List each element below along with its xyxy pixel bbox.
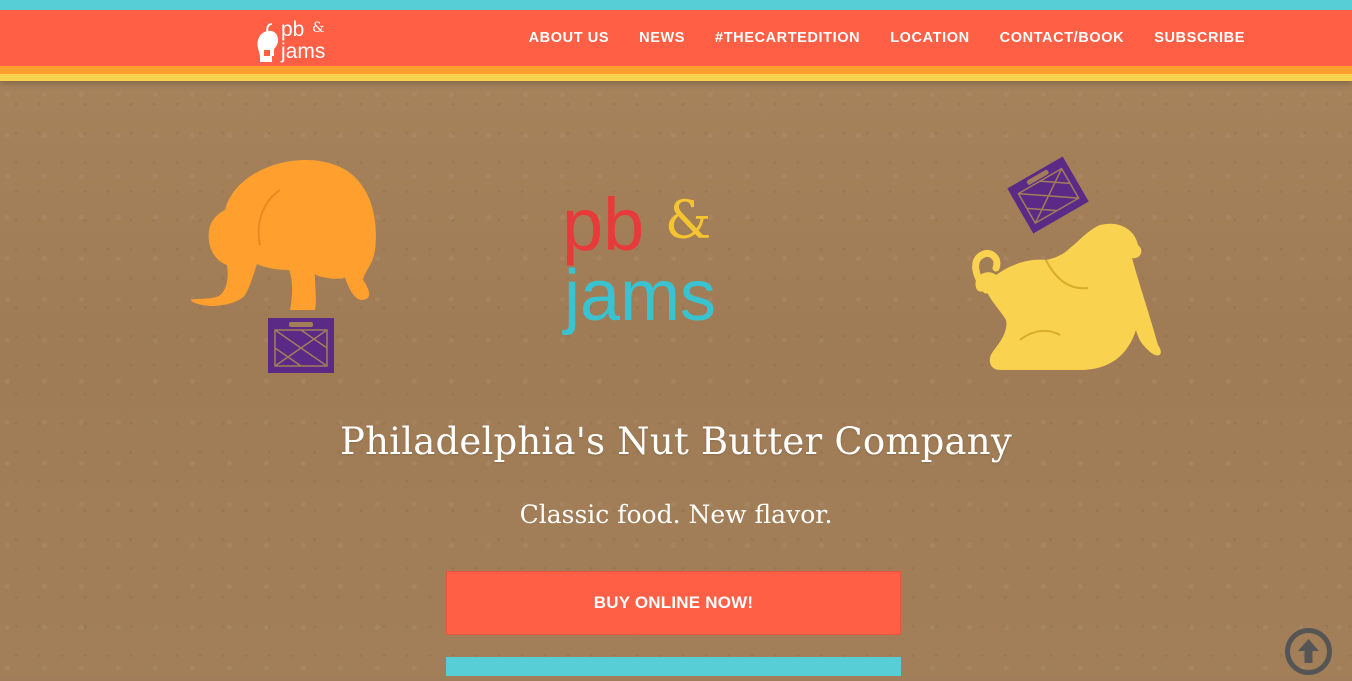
secondary-cta-button[interactable]	[446, 657, 901, 676]
hero-logo: pb & jams	[560, 180, 760, 350]
main-nav: ABOUT US NEWS #THECARTEDITION LOCATION C…	[529, 10, 1245, 66]
buy-online-button[interactable]: BUY ONLINE NOW!	[446, 571, 901, 635]
hero-headline: Philadelphia's Nut Butter Company	[340, 420, 1012, 463]
nav-contact-book[interactable]: CONTACT/BOOK	[1000, 30, 1125, 46]
svg-text:&: &	[665, 191, 711, 251]
nav-news[interactable]: NEWS	[639, 30, 685, 46]
nav-logo[interactable]: pb & jams	[254, 14, 344, 64]
nav-about-us[interactable]: ABOUT US	[529, 30, 610, 46]
arrow-up-circle-icon[interactable]	[1284, 627, 1333, 676]
nav-location[interactable]: LOCATION	[890, 30, 969, 46]
nav-cart-edition[interactable]: #THECARTEDITION	[715, 30, 860, 46]
nav-logo-graphic: pb & jams	[257, 18, 325, 63]
nav-subscribe[interactable]: SUBSCRIBE	[1154, 30, 1245, 46]
svg-text:pb: pb	[562, 183, 644, 266]
svg-text:jams: jams	[562, 256, 716, 336]
header-stripe-teal	[0, 0, 1352, 10]
orange-elephant-illustration	[185, 150, 385, 380]
header-stripe-yellow	[0, 74, 1352, 81]
yellow-elephant-illustration	[960, 150, 1170, 380]
svg-text:jams: jams	[280, 40, 325, 63]
header-stripe-orange	[0, 66, 1352, 74]
svg-text:pb: pb	[281, 18, 304, 41]
hero-tagline: Classic food. New flavor.	[519, 500, 833, 529]
site-header: pb & jams ABOUT US NEWS #THECARTEDITION …	[0, 0, 1352, 81]
svg-text:&: &	[312, 20, 324, 36]
